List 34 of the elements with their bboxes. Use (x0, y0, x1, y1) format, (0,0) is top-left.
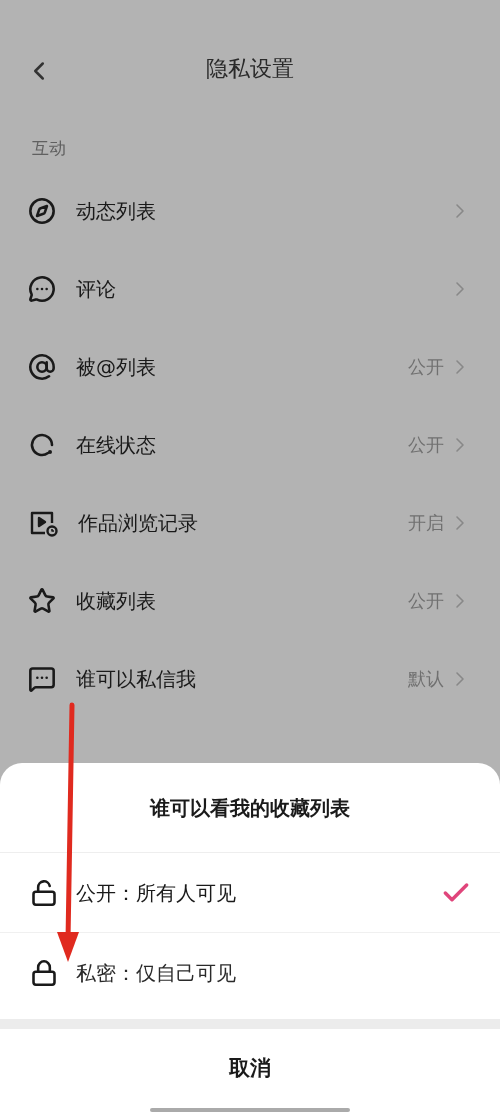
star-icon (28, 586, 56, 615)
privacy-option[interactable]: 私密：仅自己可见 (0, 933, 500, 1013)
privacy-option[interactable]: 公开：所有人可见 (0, 853, 500, 933)
row-label: 动态列表 (76, 197, 156, 225)
option-label: 公开：所有人可见 (76, 879, 236, 907)
settings-row[interactable]: 被@列表 公开 (0, 327, 500, 406)
lock-icon (30, 959, 58, 987)
settings-row[interactable]: 在线状态 公开 (0, 405, 500, 484)
row-label: 谁可以私信我 (76, 665, 196, 693)
row-value: 公开 (408, 589, 444, 613)
row-value: 开启 (408, 511, 444, 535)
row-label: 被@列表 (76, 353, 156, 381)
option-label: 私密：仅自己可见 (76, 960, 236, 987)
row-label: 评论 (76, 275, 116, 303)
sheet-title: 谁可以看我的收藏列表 (150, 794, 350, 822)
settings-row[interactable]: 收藏列表 公开 (0, 561, 500, 640)
message-icon (28, 664, 56, 693)
row-value: 公开 (408, 433, 444, 457)
page-title: 隐私设置 (206, 54, 294, 83)
row-label: 作品浏览记录 (78, 509, 198, 537)
settings-row[interactable]: 评论 (0, 249, 500, 328)
settings-row[interactable]: 谁可以私信我 默认 (0, 639, 500, 718)
unlocked-icon (30, 878, 58, 907)
row-label: 收藏列表 (76, 587, 156, 615)
row-value: 默认 (408, 667, 444, 691)
section-title: 互动 (32, 137, 66, 160)
row-value: 公开 (408, 355, 444, 379)
at-sign-icon (28, 352, 56, 381)
settings-row[interactable]: 动态列表 (0, 171, 500, 250)
row-label: 在线状态 (76, 431, 156, 459)
chat-bubble-icon (28, 274, 56, 303)
compass-icon (28, 196, 56, 225)
cancel-button[interactable]: 取消 (213, 1044, 287, 1093)
settings-row[interactable]: 作品浏览记录 开启 (0, 483, 500, 562)
